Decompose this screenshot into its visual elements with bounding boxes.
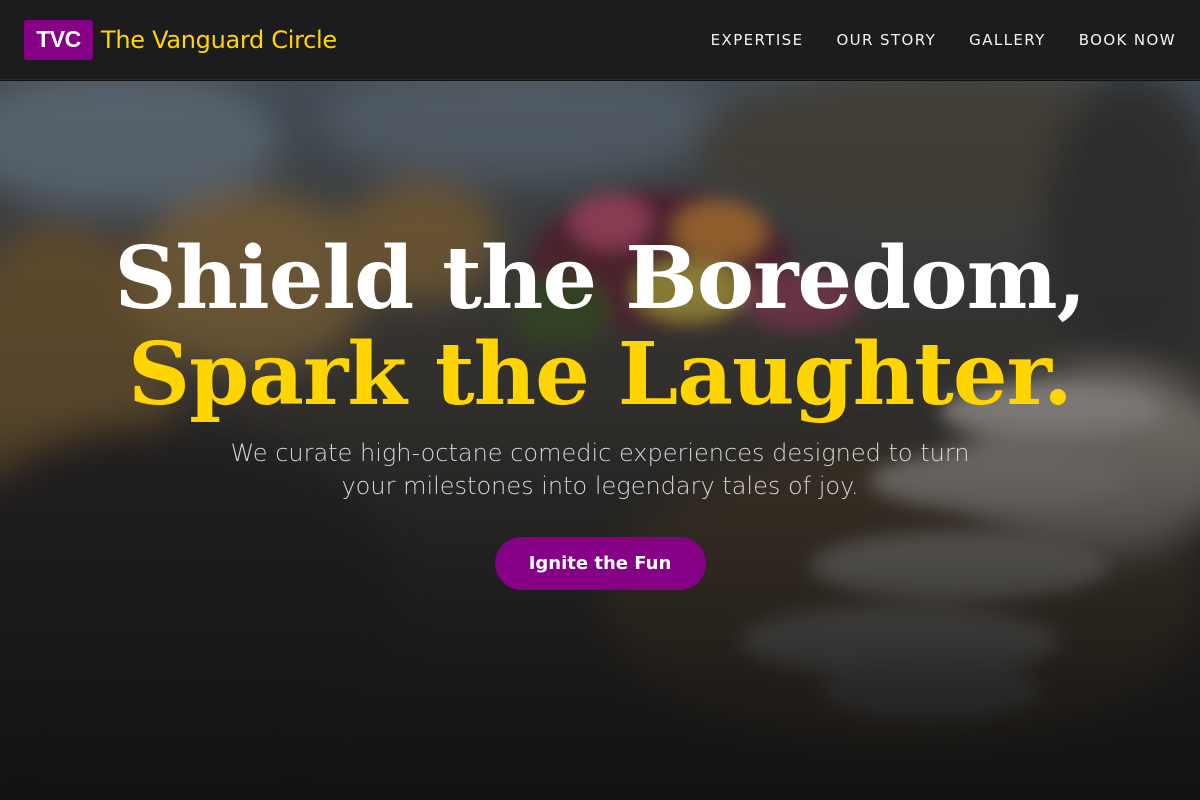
main-nav: EXPERTISE OUR STORY GALLERY BOOK NOW <box>711 31 1176 49</box>
headline-line-1: Shield the Boredom, <box>114 228 1086 329</box>
site-header: TVC The Vanguard Circle EXPERTISE OUR ST… <box>0 0 1200 80</box>
nav-link-book-now[interactable]: BOOK NOW <box>1079 31 1176 49</box>
nav-link-our-story[interactable]: OUR STORY <box>836 31 936 49</box>
headline-line-2: Spark the Laughter. <box>128 324 1073 425</box>
hero-content: Shield the Boredom, Spark the Laughter. … <box>0 81 1200 590</box>
nav-link-gallery[interactable]: GALLERY <box>969 31 1046 49</box>
hero-headline: Shield the Boredom, Spark the Laughter. <box>114 228 1086 425</box>
brand-mark-badge: TVC <box>24 19 93 60</box>
hero-section: Shield the Boredom, Spark the Laughter. … <box>0 81 1200 800</box>
ignite-the-fun-button[interactable]: Ignite the Fun <box>494 537 706 590</box>
brand-name: The Vanguard Circle <box>101 25 337 54</box>
brand-logo[interactable]: TVC The Vanguard Circle <box>24 19 337 60</box>
hero-subtitle: We curate high-octane comedic experience… <box>230 439 970 500</box>
nav-link-expertise[interactable]: EXPERTISE <box>711 31 804 49</box>
